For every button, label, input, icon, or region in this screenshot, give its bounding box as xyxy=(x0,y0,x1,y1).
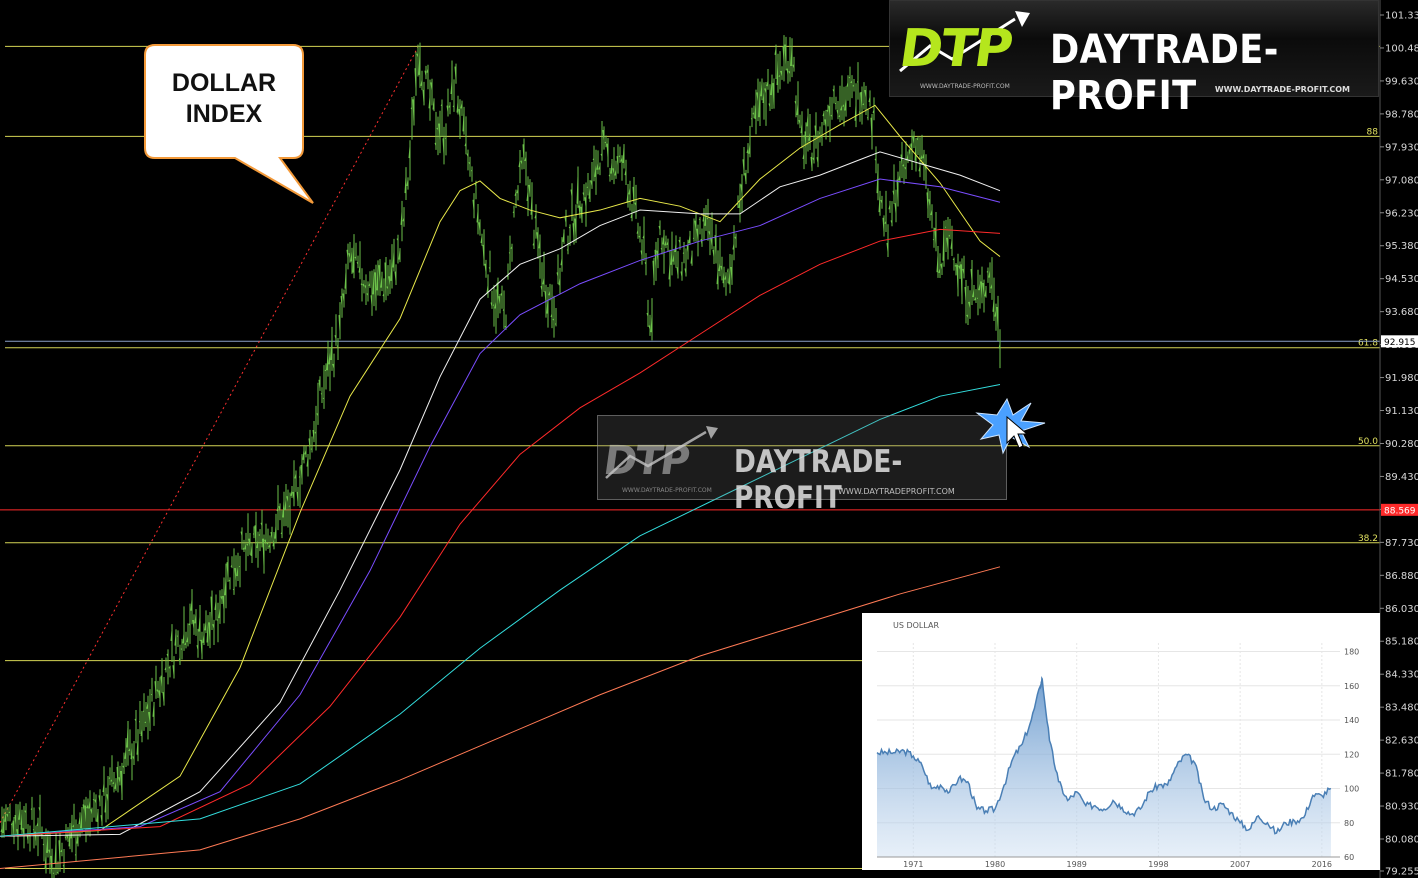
callout-line-2: INDEX xyxy=(185,100,263,128)
watermark: DTP DAYTRADE-PROFIT WWW.DAYTRADE-PROFIT.… xyxy=(597,415,1007,516)
brand-logo: DTP DAYTRADE-PROFIT WWW.DAYTRADE-PROFIT.… xyxy=(889,0,1379,119)
arrow-cursor-icon xyxy=(975,397,1046,455)
inset-y-label: 160 xyxy=(1344,682,1359,691)
inset-plot: 180 160 140 120 100 80 60 1971 1980 1989 1998 2007 2… xyxy=(876,643,1359,869)
inset-y-label: 140 xyxy=(1344,716,1359,725)
logo-brand-name: DAYTRADE-PROFIT xyxy=(1050,27,1279,119)
inset-y-label: 120 xyxy=(1344,750,1359,759)
inset-x-label: 2007 xyxy=(1230,860,1250,869)
watermark-mark: DTP xyxy=(600,438,692,484)
inset-area-series xyxy=(876,676,1332,857)
inset-x-label: 1980 xyxy=(985,860,1005,869)
inset-x-label: 1998 xyxy=(1148,860,1168,869)
logo-url: WWW.DAYTRADE-PROFIT.COM xyxy=(1214,85,1350,94)
callout-label: DOLLAR INDEX xyxy=(147,68,301,130)
inset-x-label: 2016 xyxy=(1312,860,1332,869)
logo-url-small: WWW.DAYTRADE-PROFIT.COM xyxy=(920,83,1010,90)
logo-mark: DTP xyxy=(895,19,1015,79)
inset-x-label: 1971 xyxy=(903,860,923,869)
watermark-url-small: WWW.DAYTRADE-PROFIT.COM xyxy=(622,487,712,494)
inset-y-label: 60 xyxy=(1344,853,1354,862)
inset-area-fill xyxy=(877,678,1331,857)
inset-y-label: 180 xyxy=(1344,648,1359,657)
inset-x-label: 1989 xyxy=(1067,860,1087,869)
watermark-brand-name: DAYTRADE-PROFIT xyxy=(734,444,903,516)
us-dollar-inset-chart: US DOLLAR 180 160 140 120 100 80 60 1971 1980 198… xyxy=(862,613,1380,870)
watermark-url: WWW.DAYTRADEPROFIT.COM xyxy=(838,487,955,496)
inset-y-label: 80 xyxy=(1344,819,1354,828)
callout-line-1: DOLLAR xyxy=(171,69,277,97)
inset-y-label: 100 xyxy=(1344,785,1359,794)
